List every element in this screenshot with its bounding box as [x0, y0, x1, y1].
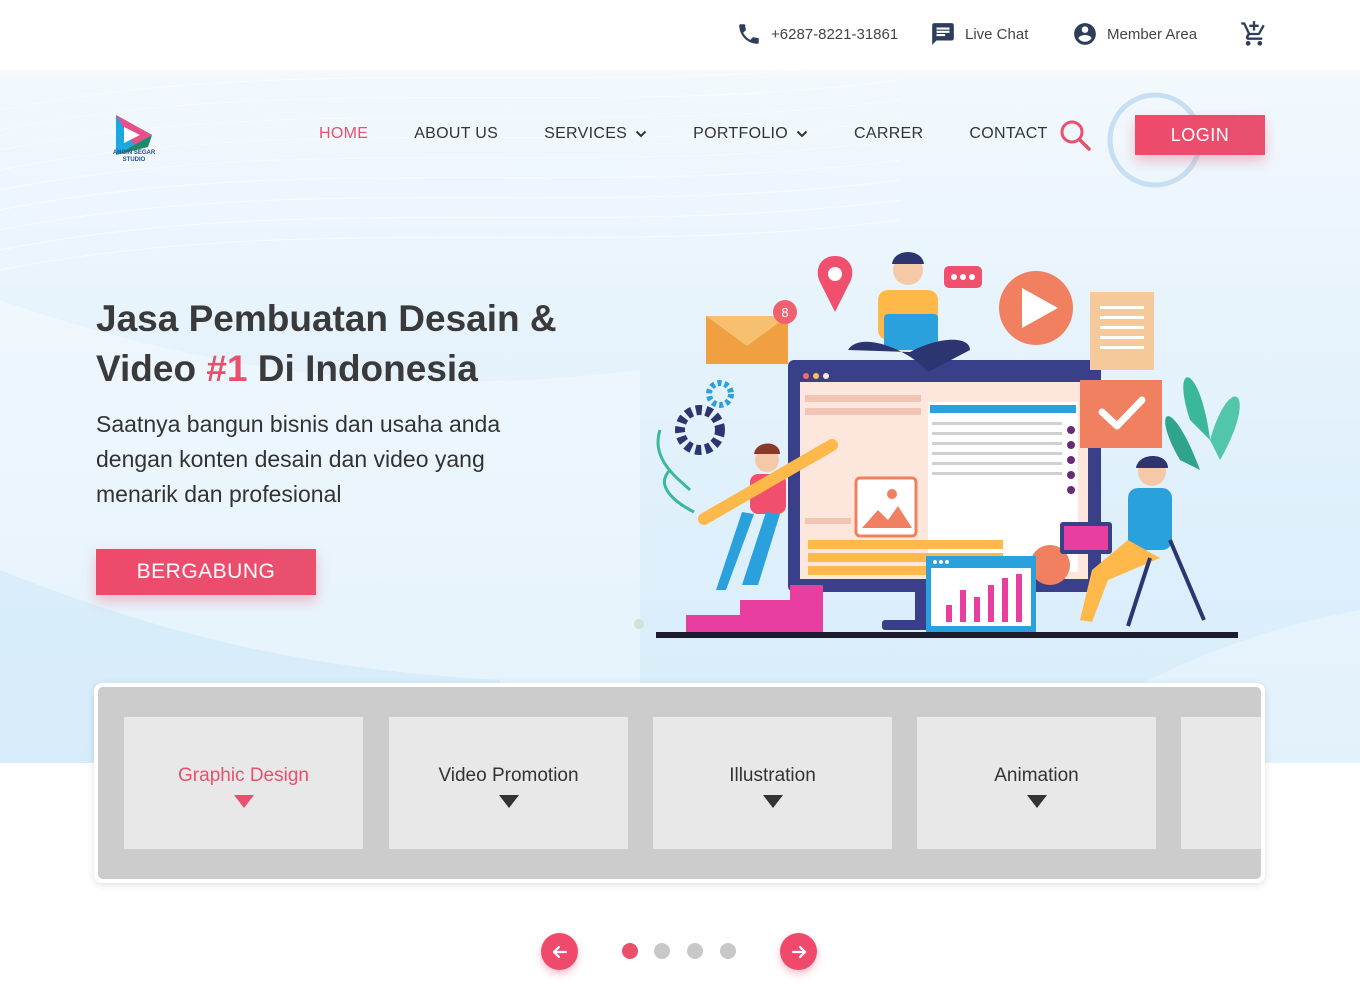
category-carousel: Graphic Design Video Promotion Illustrat…: [94, 683, 1265, 883]
phone-link[interactable]: +6287-8221-31861: [735, 20, 898, 48]
phone-number: +6287-8221-31861: [771, 25, 899, 43]
landing-page: +6287-8221-31861 Live Chat Member Area A…: [0, 0, 1360, 984]
phone-icon: [735, 20, 763, 48]
category-card-animation[interactable]: Animation: [917, 717, 1156, 849]
carousel-dot-4[interactable]: [720, 943, 736, 959]
category-card-video-promotion[interactable]: Video Promotion: [389, 717, 628, 849]
chevron-down-icon: [635, 130, 647, 138]
live-chat-link[interactable]: Live Chat: [929, 20, 1028, 48]
hero-headline: Jasa Pembuatan Desain & Video #1 Di Indo…: [96, 298, 557, 389]
category-card-illustration[interactable]: Illustration: [653, 717, 892, 849]
category-card-graphic-design[interactable]: Graphic Design: [124, 717, 363, 849]
category-card-partial[interactable]: [1181, 717, 1261, 849]
carousel-next-button[interactable]: [780, 933, 817, 970]
cart-button[interactable]: [1240, 20, 1276, 48]
notification-count: 8: [781, 305, 788, 320]
caret-down-icon: [233, 794, 254, 808]
login-button[interactable]: LOGIN: [1135, 115, 1265, 155]
main-nav: HOME ABOUT US SERVICES PORTFOLIO CARRER …: [319, 122, 1094, 146]
carousel-dot-3[interactable]: [687, 943, 703, 959]
category-label: Graphic Design: [178, 764, 309, 786]
nav-about-us[interactable]: ABOUT US: [414, 125, 498, 143]
cart-icon: [1240, 20, 1268, 48]
carousel-dot-2[interactable]: [654, 943, 670, 959]
headline-accent: #1: [206, 348, 248, 389]
hero-illustration: 8: [634, 252, 1240, 638]
chevron-down-icon: [796, 130, 808, 138]
category-track: Graphic Design Video Promotion Illustrat…: [98, 687, 1261, 879]
carousel-dot-1[interactable]: [622, 943, 638, 959]
top-utility-bar: +6287-8221-31861 Live Chat Member Area: [0, 0, 1360, 70]
search-icon[interactable]: [1058, 118, 1092, 152]
category-label: Animation: [994, 764, 1079, 786]
brand-logo-text: ANGIN SEGAR STUDIO: [112, 150, 156, 163]
nav-carrer[interactable]: CARRER: [854, 125, 923, 143]
hero-subtext: Saatnya bangun bisnis dan usaha anda den…: [96, 411, 501, 507]
arrow-left-icon: [552, 945, 567, 958]
caret-down-icon: [762, 794, 783, 808]
nav-portfolio[interactable]: PORTFOLIO: [693, 125, 808, 143]
caret-down-icon: [1026, 794, 1047, 808]
carousel-prev-button[interactable]: [541, 933, 578, 970]
member-area-link[interactable]: Member Area: [1071, 20, 1197, 48]
nav-contact[interactable]: CONTACT: [969, 125, 1047, 143]
category-label: Video Promotion: [438, 764, 579, 786]
nav-services[interactable]: SERVICES: [544, 125, 647, 143]
caret-down-icon: [498, 794, 519, 808]
chat-icon: [929, 20, 957, 48]
join-button[interactable]: BERGABUNG: [96, 549, 316, 595]
live-chat-label: Live Chat: [965, 25, 1029, 43]
arrow-right-icon: [791, 945, 806, 958]
hero-section: ANGIN SEGAR STUDIO HOME ABOUT US SERVICE…: [0, 70, 1360, 763]
nav-home[interactable]: HOME: [319, 125, 368, 143]
member-area-label: Member Area: [1107, 25, 1198, 43]
category-label: Illustration: [729, 764, 816, 786]
account-icon: [1071, 20, 1099, 48]
